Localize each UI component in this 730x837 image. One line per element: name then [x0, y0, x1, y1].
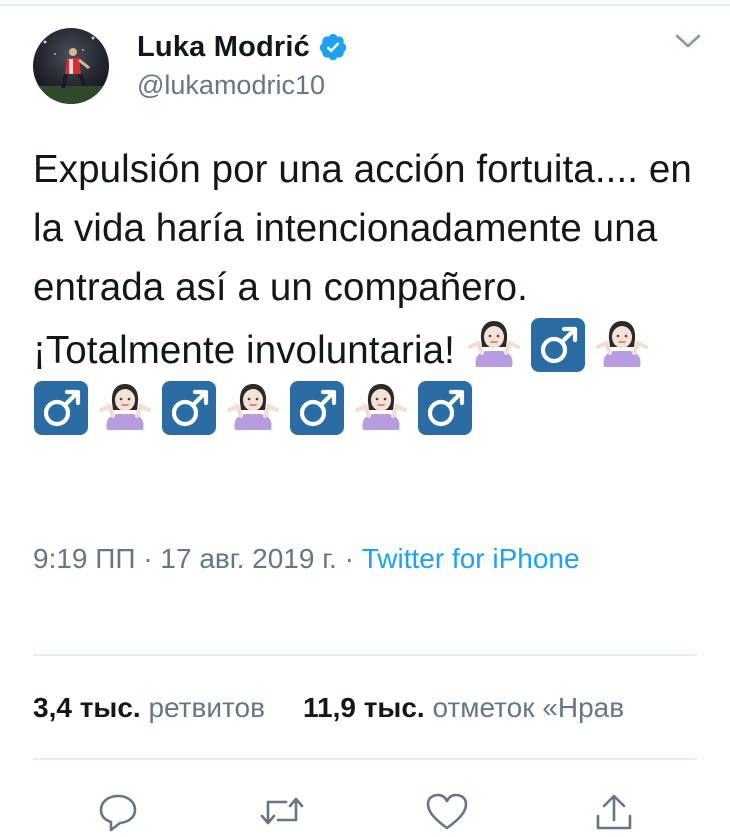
person-shrugging-emoji-icon [353, 380, 409, 436]
like-icon[interactable] [425, 792, 469, 832]
tweet-time: 9:19 ПП [33, 543, 136, 574]
user-names: Luka Modrić @lukamodric10 [137, 30, 348, 101]
person-shrugging-emoji-icon [594, 317, 650, 373]
divider [33, 758, 697, 760]
male-sign-emoji-icon [417, 380, 473, 436]
reply-icon[interactable] [96, 792, 140, 832]
display-name-row: Luka Modrić [137, 30, 348, 64]
user-handle[interactable]: @lukamodric10 [137, 70, 348, 101]
tweet-meta: 9:19 ПП · 17 авг. 2019 г. · Twitter for … [33, 538, 633, 580]
meta-separator: · [344, 543, 354, 574]
likes-count: 11,9 тыс. [302, 692, 425, 723]
display-name[interactable]: Luka Modrić [137, 31, 310, 64]
retweets-stat[interactable]: 3,4 тыс. ретвитов [33, 692, 265, 723]
action-bar [0, 786, 730, 832]
tweet-header: Luka Modrić @lukamodric10 [33, 28, 703, 108]
likes-label: отметок «Нрав [432, 692, 625, 723]
tweet-body: Expulsión por una acción fortuita.... en… [33, 140, 713, 443]
divider [33, 654, 697, 656]
male-sign-emoji-icon [530, 317, 586, 373]
male-sign-emoji-icon [161, 380, 217, 436]
verified-badge-icon [318, 32, 348, 62]
likes-stat[interactable]: 11,9 тыс. отметок «Нрав [303, 692, 624, 723]
person-shrugging-emoji-icon [225, 380, 281, 436]
chevron-down-icon[interactable] [673, 30, 703, 52]
male-sign-emoji-icon [33, 380, 89, 436]
tweet-source-link[interactable]: Twitter for iPhone [362, 543, 580, 574]
male-sign-emoji-icon [289, 380, 345, 436]
person-shrugging-emoji-icon [97, 380, 153, 436]
tweet-stats: 3,4 тыс. ретвитов 11,9 тыс. отметок «Нрав [33, 688, 730, 728]
retweet-icon[interactable] [258, 792, 304, 832]
person-shrugging-emoji-icon [466, 317, 522, 373]
top-divider [0, 4, 730, 6]
tweet-date: 17 авг. 2019 г. [160, 543, 337, 574]
avatar[interactable] [33, 28, 109, 104]
retweets-label: ретвитов [148, 692, 265, 723]
share-icon[interactable] [592, 792, 636, 832]
retweets-count: 3,4 тыс. [33, 692, 141, 723]
meta-separator: · [143, 543, 153, 574]
